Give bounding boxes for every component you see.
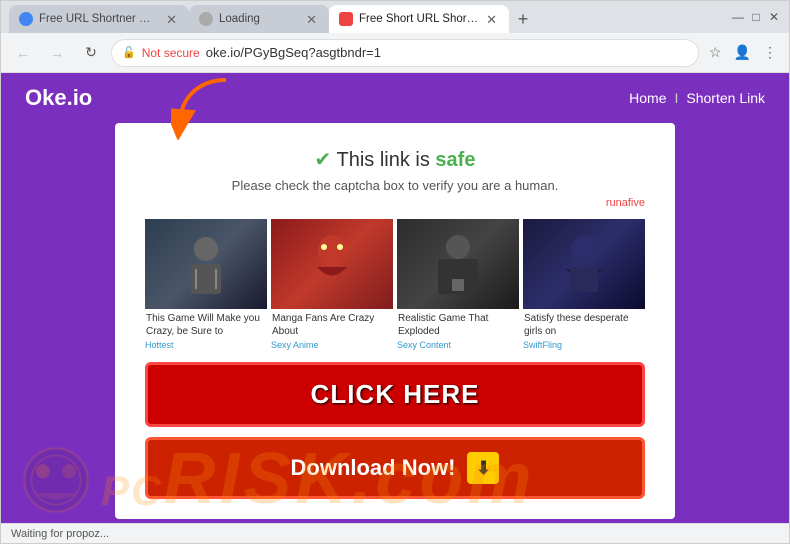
- tab-2-title: Loading: [219, 13, 298, 25]
- click-here-button[interactable]: CLICK HERE: [145, 362, 645, 427]
- runafive-label: runafive: [145, 197, 645, 209]
- ad-caption-4: Satisfy these desperate girls on: [523, 309, 645, 338]
- new-tab-button[interactable]: +: [509, 5, 537, 33]
- safe-header: ✔ This link is safe: [145, 147, 645, 172]
- tab-1-title: Free URL Shortner Oke.io: [39, 13, 158, 25]
- site-nav: Home I Shorten Link: [629, 90, 765, 106]
- address-bar[interactable]: 🔓 Not secure oke.io/PGyBgSeq?asgtbndr=1: [111, 39, 699, 67]
- page-content: Oke.io Home I Shorten Link ✔ This link i…: [1, 73, 789, 523]
- site-header: Oke.io Home I Shorten Link: [1, 73, 789, 123]
- forward-button[interactable]: →: [43, 39, 71, 67]
- safe-subtitle: Please check the captcha box to verify y…: [145, 178, 645, 193]
- ad-source-3: Sexy Content: [397, 340, 519, 350]
- ad-caption-2: Manga Fans Are Crazy About: [271, 309, 393, 338]
- safe-title: ✔ This link is safe: [145, 147, 645, 172]
- tab-group: Free URL Shortner Oke.io ✕ Loading ✕ Fre…: [9, 1, 723, 33]
- not-secure-label: Not secure: [142, 46, 200, 60]
- window-controls: — □ ✕: [723, 10, 781, 24]
- safe-title-prefix: This link is: [337, 149, 430, 171]
- security-icon: 🔓: [122, 46, 136, 59]
- ad-source-4: SwiftFling: [523, 340, 645, 350]
- ad-image-4: [523, 219, 645, 309]
- profile-icon[interactable]: 👤: [730, 42, 755, 63]
- back-button[interactable]: ←: [9, 39, 37, 67]
- ad-image-3: [397, 219, 519, 309]
- ad-item-4[interactable]: Satisfy these desperate girls on SwiftFl…: [523, 219, 645, 350]
- url-text: oke.io/PGyBgSeq?asgtbndr=1: [206, 45, 688, 60]
- close-button[interactable]: ✕: [767, 10, 781, 24]
- tab-2[interactable]: Loading ✕: [189, 5, 329, 33]
- nav-separator: I: [675, 90, 679, 106]
- title-bar: Free URL Shortner Oke.io ✕ Loading ✕ Fre…: [1, 1, 789, 33]
- download-label: Download Now!: [291, 455, 456, 481]
- ad-source-2: Sexy Anime: [271, 340, 393, 350]
- ad-item-1[interactable]: This Game Will Make you Crazy, be Sure t…: [145, 219, 267, 350]
- tab-1[interactable]: Free URL Shortner Oke.io ✕: [9, 5, 189, 33]
- site-logo: Oke.io: [25, 85, 92, 111]
- main-card: ✔ This link is safe Please check the cap…: [115, 123, 675, 519]
- tab-3-title: Free Short URL Shortner - Oke.io: [359, 13, 478, 25]
- bookmark-icon[interactable]: ☆: [705, 42, 726, 63]
- status-text: Waiting for propoz...: [11, 528, 109, 540]
- ad-item-3[interactable]: Realistic Game That Exploded Sexy Conten…: [397, 219, 519, 350]
- minimize-button[interactable]: —: [731, 10, 745, 24]
- tab-3[interactable]: Free Short URL Shortner - Oke.io ✕: [329, 5, 509, 33]
- browser-window: Free URL Shortner Oke.io ✕ Loading ✕ Fre…: [0, 0, 790, 544]
- ad-grid: This Game Will Make you Crazy, be Sure t…: [145, 219, 645, 350]
- address-right-icons: ☆ 👤 ⋮: [705, 42, 781, 63]
- pc-risk-icon: [21, 445, 91, 515]
- refresh-button[interactable]: ↻: [77, 39, 105, 67]
- tab-2-close[interactable]: ✕: [304, 11, 319, 28]
- check-icon: ✔: [315, 149, 332, 171]
- ad-caption-1: This Game Will Make you Crazy, be Sure t…: [145, 309, 267, 338]
- tab-3-favicon: [339, 12, 353, 26]
- ad-source-1: Hottest: [145, 340, 267, 350]
- safe-title-highlight: safe: [435, 149, 475, 171]
- tab-2-favicon: [199, 12, 213, 26]
- ad-item-2[interactable]: Manga Fans Are Crazy About Sexy Anime: [271, 219, 393, 350]
- address-bar-row: ← → ↻ 🔓 Not secure oke.io/PGyBgSeq?asgtb…: [1, 33, 789, 73]
- download-now-button[interactable]: Download Now! ⬇: [145, 437, 645, 499]
- status-bar: Waiting for propoz...: [1, 523, 789, 543]
- menu-icon[interactable]: ⋮: [759, 42, 781, 63]
- tab-1-close[interactable]: ✕: [164, 11, 179, 28]
- tab-1-favicon: [19, 12, 33, 26]
- nav-shorten[interactable]: Shorten Link: [686, 90, 765, 106]
- ad-image-2: [271, 219, 393, 309]
- maximize-button[interactable]: □: [749, 10, 763, 24]
- ad-caption-3: Realistic Game That Exploded: [397, 309, 519, 338]
- tab-3-close[interactable]: ✕: [484, 11, 499, 28]
- nav-home[interactable]: Home: [629, 90, 666, 106]
- ad-image-1: [145, 219, 267, 309]
- download-arrow-icon: ⬇: [467, 452, 499, 484]
